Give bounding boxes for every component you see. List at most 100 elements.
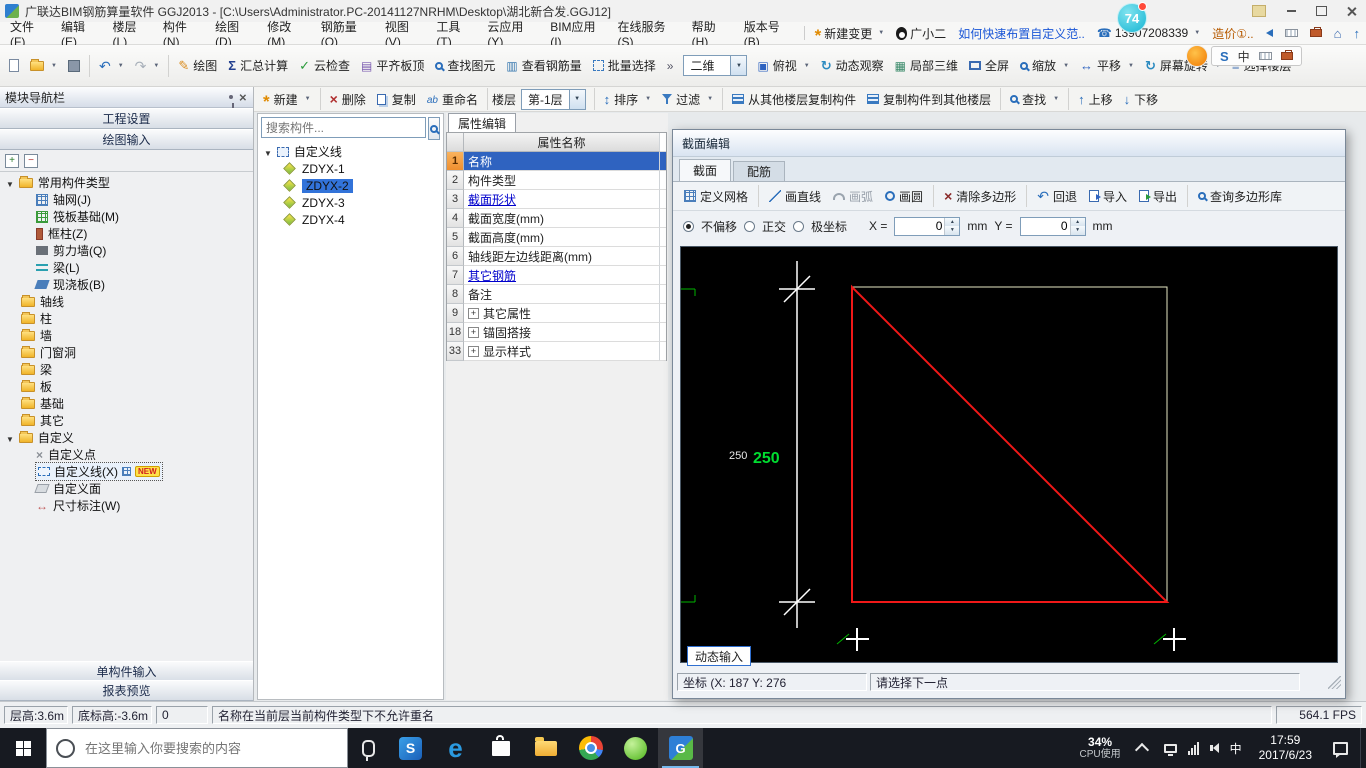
tree-folder-opening[interactable]: 门窗洞 (0, 344, 253, 361)
component-item-zdyx1[interactable]: ZDYX-1 (258, 160, 443, 177)
save-button[interactable] (63, 56, 85, 76)
section-drawing-canvas[interactable]: 250 250 (680, 246, 1338, 663)
volume-icon[interactable] (1210, 743, 1219, 753)
titlebar-extra-icon[interactable] (1252, 5, 1266, 17)
menu-tools[interactable]: 工具(T) (429, 22, 480, 44)
pan-button[interactable]: 平移 (1075, 53, 1139, 78)
start-button[interactable] (0, 728, 46, 768)
dynamic-input-button[interactable]: 动态输入 (687, 646, 751, 666)
summary-calc-button[interactable]: 汇总计算 (223, 53, 293, 78)
announce-icon[interactable] (1260, 29, 1279, 37)
copy-from-floor-button[interactable]: 从其他楼层复制构件 (727, 87, 861, 112)
taskbar-clock[interactable]: 17:59 2017/6/23 (1251, 728, 1320, 768)
menu-floor[interactable]: 楼层(L) (106, 22, 156, 44)
toolbox-icon[interactable] (1281, 52, 1293, 60)
single-component-input-button[interactable]: 单构件输入 (0, 661, 253, 682)
menu-online-service[interactable]: 在线服务(S) (610, 22, 684, 44)
taskbar-app-explorer[interactable] (523, 728, 568, 768)
table-row-section-height[interactable]: 5 截面高度(mm) (447, 228, 666, 247)
export-button[interactable]: 导出 (1134, 184, 1182, 209)
draw-button[interactable]: 绘图 (173, 53, 222, 78)
tree-item-custom-point[interactable]: 自定义点 (0, 446, 253, 463)
expander-icon[interactable] (6, 432, 14, 444)
tree-folder-column[interactable]: 柱 (0, 310, 253, 327)
new-file-button[interactable] (4, 55, 24, 76)
mic-button[interactable] (348, 728, 388, 768)
floor-combo[interactable]: 第-1层 (521, 89, 586, 110)
tree-folder-beam[interactable]: 梁 (0, 361, 253, 378)
radio-polar[interactable] (793, 221, 804, 232)
spin-down-icon[interactable]: ▼ (1071, 226, 1085, 235)
expander-icon[interactable] (264, 146, 272, 158)
menu-view[interactable]: 视图(V) (378, 22, 430, 44)
collapse-icon[interactable] (1347, 27, 1366, 40)
tree-item-custom-face[interactable]: 自定义面 (0, 480, 253, 497)
taskbar-app-ggj[interactable] (658, 728, 703, 768)
resize-grip[interactable] (1328, 676, 1341, 689)
tree-folder-foundation[interactable]: 基础 (0, 395, 253, 412)
sort-button[interactable]: 排序 (599, 87, 656, 112)
find-button[interactable]: 查找 (1005, 87, 1064, 112)
new-component-button[interactable]: 新建 (258, 87, 316, 112)
import-button[interactable]: 导入 (1084, 184, 1132, 209)
spin-down-icon[interactable]: ▼ (945, 226, 959, 235)
expand-icon[interactable] (468, 327, 479, 338)
taskbar-app-browser[interactable] (613, 728, 658, 768)
filter-button[interactable]: 过滤 (657, 87, 718, 112)
close-sidebar-icon[interactable] (239, 93, 247, 101)
rename-component-button[interactable]: 重命名 (422, 87, 483, 112)
move-down-button[interactable]: 下移 (1119, 87, 1164, 112)
view-mode-combo[interactable]: 二维 (683, 55, 747, 76)
local-3d-button[interactable]: 局部三维 (890, 53, 963, 78)
flush-slab-top-button[interactable]: 平齐板顶 (356, 53, 429, 78)
table-row-name[interactable]: 1 名称 (447, 152, 666, 171)
tab-rebar[interactable]: 配筋 (733, 161, 785, 181)
copy-to-floor-button[interactable]: 复制构件到其他楼层 (862, 87, 996, 112)
hidden-icons-button[interactable] (1129, 728, 1155, 768)
table-row-section-width[interactable]: 4 截面宽度(mm) (447, 209, 666, 228)
keyboard-icon[interactable] (1259, 52, 1272, 60)
collapse-all-icon[interactable] (24, 154, 38, 168)
redo-button[interactable] (130, 55, 165, 77)
menu-edit[interactable]: 编辑(E) (54, 22, 106, 44)
ime-mode-indicator[interactable]: 中 (1230, 740, 1242, 757)
menu-version[interactable]: 版本号(B) (737, 22, 800, 44)
service-phone[interactable]: 13907208339 (1091, 26, 1206, 40)
expand-icon[interactable] (468, 346, 479, 357)
show-desktop-button[interactable] (1360, 728, 1366, 768)
expand-icon[interactable] (468, 308, 479, 319)
menu-file[interactable]: 文件(F) (3, 22, 54, 44)
taskbar-app-store[interactable] (478, 728, 523, 768)
tree-folder-axis[interactable]: 轴线 (0, 293, 253, 310)
table-row-remark[interactable]: 8 备注 (447, 285, 666, 304)
tree-item-shear-wall[interactable]: 剪力墙(Q) (0, 242, 253, 259)
draw-arc-button[interactable]: 画弧 (828, 184, 878, 209)
define-grid-button[interactable]: 定义网格 (679, 184, 753, 209)
search-component-button[interactable] (428, 117, 440, 140)
menu-modify[interactable]: 修改(M) (260, 22, 313, 44)
table-row-component-type[interactable]: 2 构件类型 (447, 171, 666, 190)
spin-up-icon[interactable]: ▲ (1071, 218, 1085, 227)
menu-bim[interactable]: BIM应用(I) (543, 22, 610, 44)
draw-line-button[interactable]: 画直线 (764, 184, 826, 209)
batch-select-button[interactable]: 批量选择 (588, 53, 661, 78)
taskbar-search[interactable] (46, 728, 348, 768)
sogou-logo-icon[interactable] (1220, 50, 1229, 63)
expander-icon[interactable] (6, 177, 14, 189)
taskbar-app-sogou[interactable] (388, 728, 433, 768)
taskbar-app-chrome[interactable] (568, 728, 613, 768)
fullscreen-button[interactable]: 全屏 (964, 53, 1014, 78)
tree-item-raft-foundation[interactable]: 筏板基础(M) (0, 208, 253, 225)
component-item-zdyx4[interactable]: ZDYX-4 (258, 211, 443, 228)
search-component-input[interactable] (261, 117, 426, 138)
table-row-other-attrs[interactable]: 9 其它属性 (447, 304, 666, 323)
close-button[interactable] (1336, 1, 1366, 22)
query-polygon-library-button[interactable]: 查询多边形库 (1193, 184, 1287, 209)
tab-property-edit[interactable]: 属性编辑 (448, 113, 516, 132)
find-element-button[interactable]: 查找图元 (430, 53, 500, 78)
menu-help[interactable]: 帮助(H) (685, 22, 737, 44)
move-up-button[interactable]: 上移 (1073, 87, 1118, 112)
draw-input-button[interactable]: 绘图输入 (0, 129, 253, 150)
spin-up-icon[interactable]: ▲ (945, 218, 959, 227)
view-rebar-button[interactable]: 查看钢筋量 (501, 53, 586, 78)
